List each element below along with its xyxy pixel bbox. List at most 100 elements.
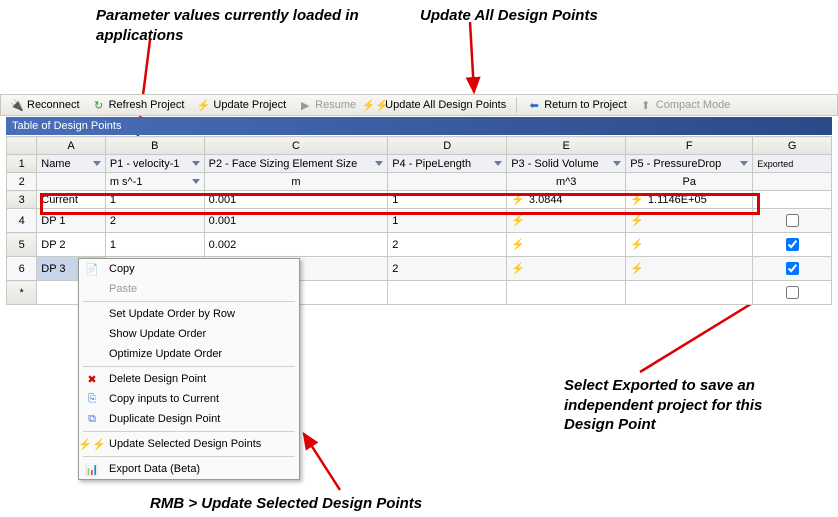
cm-copy[interactable]: 📄Copy (79, 259, 299, 279)
thunder-icon: ⚡ (511, 194, 525, 206)
table-row-current[interactable]: 3 Current 1 0.001 1 ⚡3.0844 ⚡1.1146E+05 (7, 191, 832, 209)
cell-b[interactable]: 1 (105, 191, 204, 209)
cm-optimize-update-order[interactable]: Optimize Update Order (79, 344, 299, 364)
cell-exported[interactable] (753, 209, 832, 233)
compact-mode-button[interactable]: ⬆ Compact Mode (634, 95, 736, 115)
col-f-header[interactable]: F (626, 137, 753, 155)
thunder-icon: ⚡ (630, 263, 644, 275)
dropdown-icon (740, 161, 748, 166)
cm-copy-inputs[interactable]: ⎘Copy inputs to Current (79, 389, 299, 409)
exported-checkbox[interactable] (786, 238, 799, 251)
duplicate-icon: ⧉ (83, 413, 101, 426)
units-b[interactable]: m s^-1 (105, 173, 204, 191)
cm-duplicate-dp[interactable]: ⧉Duplicate Design Point (79, 409, 299, 429)
cell-e: ⚡3.0844 (507, 191, 626, 209)
units-row: 2 m s^-1 m m^3 Pa (7, 173, 832, 191)
cell-f: ⚡1.1146E+05 (626, 191, 753, 209)
cell-b[interactable]: 2 (105, 209, 204, 233)
name-col-header[interactable]: Name (37, 155, 106, 173)
corner-cell (7, 137, 37, 155)
exported-header[interactable]: Exported (753, 155, 832, 173)
exported-checkbox[interactable] (786, 262, 799, 275)
thunder-multi-icon: ⚡⚡ (368, 98, 382, 112)
cell-e: ⚡ (507, 257, 626, 281)
p3-header[interactable]: P3 - Solid Volume (507, 155, 626, 173)
row-name[interactable]: Current (37, 191, 106, 209)
cell-exported[interactable] (753, 281, 832, 305)
cell-f: ⚡ (626, 233, 753, 257)
cell-c[interactable]: 0.002 (204, 233, 388, 257)
row-num: 5 (7, 233, 37, 257)
col-a-header[interactable]: A (37, 137, 106, 155)
cm-paste[interactable]: Paste (79, 279, 299, 299)
cell-f: ⚡ (626, 257, 753, 281)
cell-d[interactable]: 2 (388, 233, 507, 257)
table-row[interactable]: 5 DP 2 1 0.002 2 ⚡ ⚡ (7, 233, 832, 257)
row-num: 3 (7, 191, 37, 209)
row-name[interactable]: DP 1 (37, 209, 106, 233)
cm-export-data[interactable]: 📊Export Data (Beta) (79, 459, 299, 479)
resume-button[interactable]: ▶ Resume (293, 95, 361, 115)
arrow-update-all (460, 22, 500, 105)
cell-d[interactable]: 2 (388, 257, 507, 281)
update-project-button[interactable]: ⚡ Update Project (191, 95, 291, 115)
p1-header[interactable]: P1 - velocity-1 (105, 155, 204, 173)
reconnect-label: Reconnect (27, 99, 80, 111)
cell-exported[interactable] (753, 257, 832, 281)
resume-label: Resume (315, 99, 356, 111)
row2-num: 2 (7, 173, 37, 191)
row-num: 4 (7, 209, 37, 233)
exported-checkbox[interactable] (786, 214, 799, 227)
units-f: Pa (626, 173, 753, 191)
column-header-row: A B C D E F G (7, 137, 832, 155)
copy-icon: 📄 (83, 263, 101, 276)
annotation-update-all: Update All Design Points (420, 6, 640, 26)
reconnect-icon: 🔌 (10, 98, 24, 112)
reconnect-button[interactable]: 🔌 Reconnect (5, 95, 85, 115)
units-name (37, 173, 106, 191)
dropdown-icon (375, 161, 383, 166)
cell-e (507, 281, 626, 305)
thunder-icon: ⚡ (630, 239, 644, 251)
update-all-dp-button[interactable]: ⚡⚡ Update All Design Points (363, 95, 511, 115)
cm-update-selected-dp[interactable]: ⚡⚡Update Selected Design Points (79, 434, 299, 454)
table-row[interactable]: 4 DP 1 2 0.001 1 ⚡ ⚡ (7, 209, 832, 233)
units-e: m^3 (507, 173, 626, 191)
col-e-header[interactable]: E (507, 137, 626, 155)
refresh-icon: ↻ (92, 98, 106, 112)
dropdown-icon (192, 161, 200, 166)
cell-b[interactable]: 1 (105, 233, 204, 257)
cell-f: ⚡ (626, 209, 753, 233)
cm-separator (83, 456, 295, 457)
cell-c[interactable]: 0.001 (204, 209, 388, 233)
update-label: Update Project (213, 99, 286, 111)
cm-delete-dp[interactable]: ✖Delete Design Point (79, 369, 299, 389)
col-c-header[interactable]: C (204, 137, 388, 155)
cell-d[interactable] (388, 281, 507, 305)
col-g-header[interactable]: G (753, 137, 832, 155)
export-icon: 📊 (83, 463, 101, 476)
thunder-icon: ⚡ (630, 215, 644, 227)
dropdown-icon (494, 161, 502, 166)
cell-d[interactable]: 1 (388, 209, 507, 233)
thunder-icon: ⚡ (630, 194, 644, 206)
delete-icon: ✖ (83, 373, 101, 386)
cell-d[interactable]: 1 (388, 191, 507, 209)
col-d-header[interactable]: D (388, 137, 507, 155)
cell-c[interactable]: 0.001 (204, 191, 388, 209)
cm-set-update-order[interactable]: Set Update Order by Row (79, 304, 299, 324)
col-b-header[interactable]: B (105, 137, 204, 155)
exported-checkbox[interactable] (786, 286, 799, 299)
p5-header[interactable]: P5 - PressureDrop (626, 155, 753, 173)
refresh-project-button[interactable]: ↻ Refresh Project (87, 95, 190, 115)
return-to-project-button[interactable]: ⬅ Return to Project (522, 95, 632, 115)
row1-num: 1 (7, 155, 37, 173)
p4-header[interactable]: P4 - PipeLength (388, 155, 507, 173)
toolbar-separator (516, 97, 517, 113)
cell-exported[interactable] (753, 233, 832, 257)
row-num: 6 (7, 257, 37, 281)
cm-show-update-order[interactable]: Show Update Order (79, 324, 299, 344)
row-name[interactable]: DP 2 (37, 233, 106, 257)
p2-header[interactable]: P2 - Face Sizing Element Size (204, 155, 388, 173)
copy-inputs-icon: ⎘ (83, 393, 101, 406)
